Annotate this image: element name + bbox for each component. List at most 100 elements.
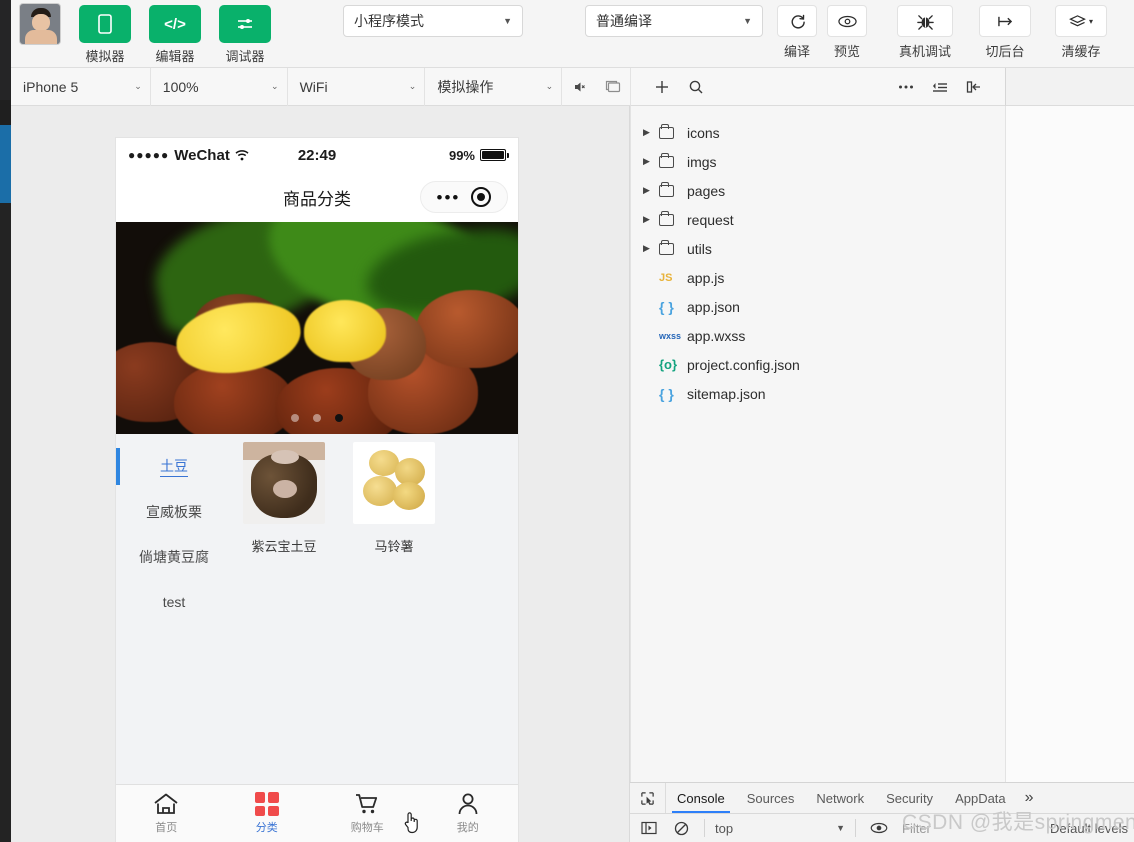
bug-icon <box>916 12 935 31</box>
goods-name: 马铃薯 <box>374 539 414 554</box>
screen-icon[interactable] <box>596 68 630 106</box>
menu-dots-icon: ••• <box>436 187 461 207</box>
devtools-tab-security[interactable]: Security <box>875 783 944 813</box>
devtools-tab-sources[interactable]: Sources <box>736 783 806 813</box>
chevron-right-icon[interactable]: ▶ <box>643 185 659 196</box>
phone-tab-bar: 首页 分类 购物车 我的 <box>116 784 518 842</box>
tree-item-app-wxss[interactable]: wxss app.wxss <box>631 321 1005 350</box>
phone-nav-bar: 商品分类 ••• <box>116 172 518 222</box>
device-select-value: iPhone 5 <box>23 78 79 95</box>
tab-profile[interactable]: 我的 <box>418 785 519 842</box>
goods-thumbnail <box>243 442 325 524</box>
switch-background-button[interactable] <box>979 5 1031 37</box>
console-level-select[interactable]: Default levels <box>1050 821 1134 836</box>
preview-button[interactable] <box>827 5 867 37</box>
category-item-xuanwei-banli[interactable]: 宣威板栗 <box>116 489 232 534</box>
compile-button-label: 编译 <box>783 44 810 59</box>
clear-icon[interactable] <box>668 817 694 839</box>
switch-background-label: 切后台 <box>985 44 1025 59</box>
devtools-more-tabs-icon[interactable]: » <box>1017 783 1042 813</box>
zoom-select[interactable]: 100% ⌄ <box>151 67 288 106</box>
console-sidebar-icon[interactable] <box>636 817 662 839</box>
category-item-tudou[interactable]: 土豆 <box>116 444 232 489</box>
clear-cache-button[interactable]: ▾ <box>1055 5 1107 37</box>
folder-icon <box>659 239 687 255</box>
code-icon: </> <box>164 15 186 33</box>
category-item-test[interactable]: test <box>116 579 232 624</box>
tree-item-pages[interactable]: ▶ pages <box>631 176 1005 205</box>
zoom-select-value: 100% <box>162 78 199 95</box>
collapse-icon[interactable] <box>957 72 991 102</box>
preview-action-group: 预览 <box>827 5 867 60</box>
console-context-select[interactable]: top ▼ <box>715 821 845 836</box>
carousel-dot[interactable] <box>291 414 299 422</box>
chevron-right-icon[interactable]: ▶ <box>643 127 659 138</box>
compile-button[interactable] <box>777 5 817 37</box>
battery-fill <box>482 151 505 159</box>
tree-item-label: app.wxss <box>687 327 746 344</box>
chevron-down-icon: ▾ <box>1088 16 1093 26</box>
inspect-icon[interactable] <box>630 783 666 813</box>
chevron-down-icon: ⌄ <box>134 81 142 91</box>
carrier-label: WeChat <box>174 146 230 164</box>
category-item-tangtang-doufu[interactable]: 倘塘黄豆腐 <box>116 534 232 579</box>
user-avatar[interactable] <box>19 3 61 45</box>
target-icon[interactable] <box>471 187 492 207</box>
banner-chestnut <box>416 290 518 368</box>
chevron-right-icon[interactable]: ▶ <box>643 156 659 167</box>
active-indicator-bar <box>116 448 120 485</box>
tree-item-app-json[interactable]: { } app.json <box>631 292 1005 321</box>
devtools-tab-appdata[interactable]: AppData <box>944 783 1017 813</box>
carousel-dot-active[interactable] <box>335 414 343 422</box>
carousel-dot[interactable] <box>313 414 321 422</box>
editor-button-label: 编辑器 <box>155 49 195 64</box>
tree-item-icons[interactable]: ▶ icons <box>631 118 1005 147</box>
tree-item-project-config[interactable]: {o} project.config.json <box>631 350 1005 379</box>
window-left-edge <box>0 0 11 842</box>
console-toolbar: top ▼ Filter Default levels <box>630 814 1134 842</box>
more-icon[interactable] <box>889 72 923 102</box>
background-icon <box>996 14 1015 29</box>
mode-select[interactable]: 小程序模式 ▼ <box>343 5 523 37</box>
tab-home[interactable]: 首页 <box>116 785 217 842</box>
network-select[interactable]: WiFi ⌄ <box>288 67 426 106</box>
category-item-label: 倘塘黄豆腐 <box>139 548 209 565</box>
carousel-dots[interactable] <box>116 414 518 422</box>
tree-item-request[interactable]: ▶ request <box>631 205 1005 234</box>
simulate-action-select[interactable]: 模拟操作 ⌄ <box>425 67 563 106</box>
devtools-tab-console[interactable]: Console <box>666 783 736 813</box>
tree-item-app-js[interactable]: JS app.js <box>631 263 1005 292</box>
mute-icon[interactable] <box>562 68 596 106</box>
devtools-tab-network[interactable]: Network <box>805 783 875 813</box>
search-icon[interactable] <box>679 72 713 102</box>
goods-item[interactable]: 马铃薯 <box>346 442 442 555</box>
real-device-debug-button[interactable] <box>897 5 953 37</box>
simulator-button[interactable] <box>79 5 131 43</box>
category-body: 土豆 宣威板栗 倘塘黄豆腐 test 紫云宝土豆 马铃薯 <box>116 434 518 790</box>
compile-action-group: 编译 <box>777 5 817 60</box>
eye-icon[interactable] <box>866 817 892 839</box>
goods-thumb-shape <box>393 482 425 510</box>
file-tree-control-bar <box>630 68 1005 106</box>
phone-status-bar: ●●●●● WeChat 22:49 99% <box>116 138 518 172</box>
console-filter-input[interactable]: Filter <box>898 821 931 836</box>
chevron-right-icon[interactable]: ▶ <box>643 243 659 254</box>
add-icon[interactable] <box>645 72 679 102</box>
tree-item-utils[interactable]: ▶ utils <box>631 234 1005 263</box>
carousel-banner[interactable] <box>116 222 518 434</box>
compile-mode-select[interactable]: 普通编译 ▼ <box>585 5 763 37</box>
avatar-face <box>32 14 50 31</box>
tab-category[interactable]: 分类 <box>217 785 318 842</box>
wechat-capsule-menu[interactable]: ••• <box>420 181 508 213</box>
device-select[interactable]: iPhone 5 ⌄ <box>11 67 151 106</box>
chevron-right-icon[interactable]: ▶ <box>643 214 659 225</box>
outline-icon[interactable] <box>923 72 957 102</box>
tree-item-imgs[interactable]: ▶ imgs <box>631 147 1005 176</box>
tree-item-sitemap-json[interactable]: { } sitemap.json <box>631 379 1005 408</box>
editor-button[interactable]: </> <box>149 5 201 43</box>
goods-item[interactable]: 紫云宝土豆 <box>236 442 332 555</box>
layers-icon <box>1069 14 1086 29</box>
network-select-value: WiFi <box>299 78 328 95</box>
debugger-button[interactable] <box>219 5 271 43</box>
status-bar-left: ●●●●● WeChat <box>128 147 249 164</box>
